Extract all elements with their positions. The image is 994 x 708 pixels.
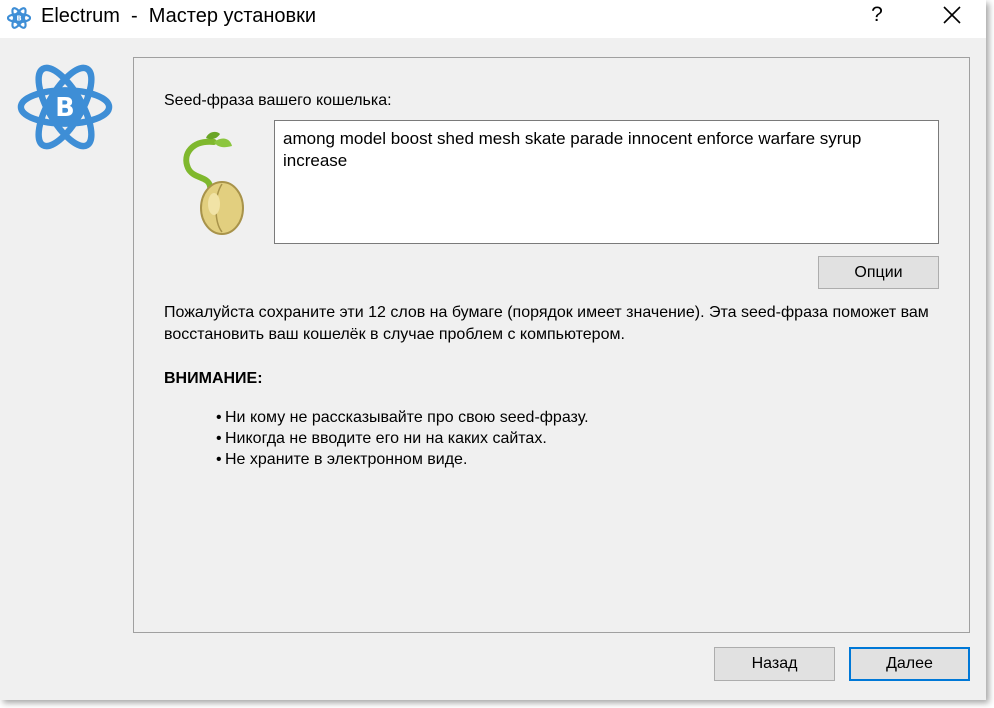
electrum-app-icon: B [7, 7, 31, 29]
title-bar[interactable]: B Electrum - Мастер установки ? [0, 0, 986, 38]
warning-title: ВНИМАНИЕ: [164, 370, 263, 387]
warning-item-text: Ни кому не рассказывайте про свою seed-ф… [225, 409, 589, 426]
options-button[interactable]: Опции [818, 256, 939, 289]
seed-info-text: Пожалуйста сохраните эти 12 слов на бума… [164, 304, 929, 343]
warning-item-text: Не храните в электронном виде. [225, 451, 468, 468]
help-button[interactable]: ? [858, 0, 896, 32]
warning-item: • Ни кому не рассказывайте про свою seed-… [216, 407, 589, 428]
sprouting-seed-icon [183, 131, 244, 235]
seed-phrase-textbox[interactable]: among model boost shed mesh skate parade… [274, 120, 939, 244]
seed-page-panel: Seed-фраза вашего кошелька: among model … [133, 57, 970, 633]
close-icon [943, 6, 961, 24]
bullet: • [216, 451, 222, 468]
bullet: • [216, 409, 222, 426]
electrum-logo-icon: B [17, 64, 113, 150]
svg-text:B: B [55, 93, 74, 123]
close-button[interactable] [930, 0, 974, 32]
warning-item: • Никогда не вводите его ни на каких сайт… [216, 428, 589, 449]
wizard-window: B Electrum - Мастер установки ? B Seed-ф… [0, 0, 986, 700]
warning-list: • Ни кому не рассказывайте про свою seed-… [216, 407, 589, 470]
warning-item-text: Никогда не вводите его ни на каких сайта… [225, 430, 547, 447]
seed-label: Seed-фраза вашего кошелька: [164, 92, 392, 109]
next-button[interactable]: Далее [849, 647, 970, 681]
svg-text:B: B [16, 14, 21, 22]
bullet: • [216, 430, 222, 447]
back-button[interactable]: Назад [714, 647, 835, 681]
warning-item: • Не храните в электронном виде. [216, 449, 589, 470]
window-title: Electrum - Мастер установки [41, 5, 317, 27]
